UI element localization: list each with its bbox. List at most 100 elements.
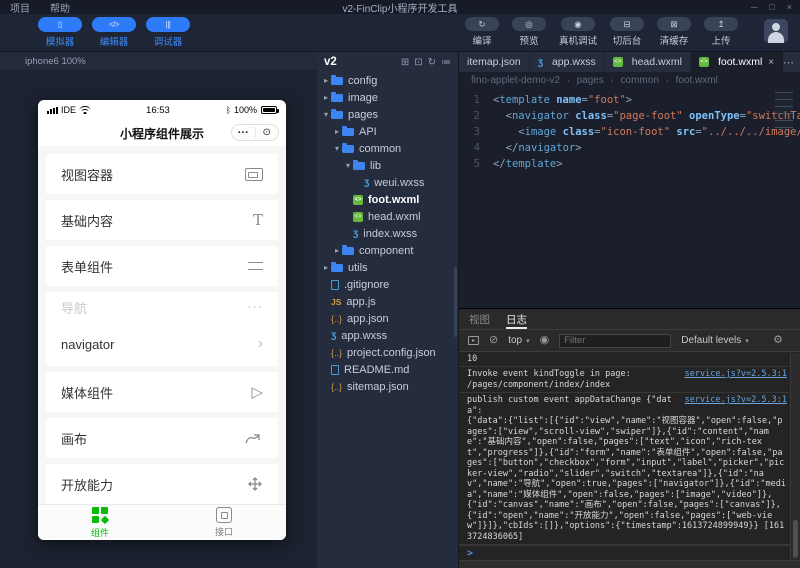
tree-item-app.json[interactable]: {..} app.json [317, 310, 458, 327]
more-tabs-icon[interactable]: ⋯ [783, 52, 794, 72]
tree-item-label: app.wxss [341, 329, 388, 342]
清缓存-button[interactable]: ⊠ 清缓存 [657, 17, 691, 47]
编辑器-button[interactable]: </> 编辑器 [92, 17, 136, 48]
console-prompt: > [467, 547, 474, 559]
tree-item-project.config.json[interactable]: {..} project.config.json [317, 344, 458, 361]
phone-tab-组件[interactable]: 组件 [38, 505, 162, 540]
tree-item-foot.wxml[interactable]: <> foot.wxml [317, 191, 458, 208]
tree-item-utils[interactable]: ▸ utils [317, 259, 458, 276]
tree-scrollbar[interactable] [454, 267, 457, 337]
phone-nav-bar: 小程序组件展示 ··· ⊙ [38, 120, 286, 146]
button-label: 调试器 [153, 37, 183, 48]
模拟器-button[interactable]: ▯ 模拟器 [38, 17, 82, 48]
console-input-row[interactable]: > [459, 545, 800, 560]
eye-icon[interactable]: ◉ [540, 335, 550, 346]
breadcrumb-segment: pages [576, 75, 604, 86]
component-list: 视图容器基础内容 T 表单组件导航 ··· navigator › 媒体组件 ▷ 画布开放能力 [38, 146, 286, 504]
source-link[interactable]: service.js?v=2.5.3:1 [685, 369, 787, 380]
more-button[interactable]: ··· [232, 127, 255, 138]
list-item[interactable]: navigator › [46, 322, 278, 366]
button-label: 预览 [519, 36, 539, 47]
refresh-icon[interactable]: ↻ [428, 57, 436, 68]
wxss-file-icon: ʒ [537, 56, 543, 68]
editor-tab-app.wxss[interactable]: ʒ app.wxss [530, 52, 605, 72]
avatar[interactable] [764, 19, 788, 43]
tree-item-app.js[interactable]: JS app.js [317, 293, 458, 310]
wifi-icon [79, 106, 91, 114]
调试器-button[interactable]: ||| 调试器 [146, 17, 190, 48]
breadcrumb: fino-applet-demo-v2 › pages › common › foot.wx… [459, 72, 800, 89]
list-item[interactable]: 画布 [46, 418, 278, 458]
tree-item-label: weui.wxss [374, 176, 425, 189]
console-scrollbar[interactable] [790, 353, 800, 560]
tree-item-common[interactable]: ▾ common [317, 140, 458, 157]
phone-tab-接口[interactable]: 接口 [162, 505, 286, 540]
levels-selector[interactable]: Default levels ▾ [681, 335, 749, 346]
console-sidebar-icon[interactable]: ▸ [468, 336, 479, 345]
collapse-icon[interactable]: ≔ [441, 57, 451, 68]
menu-item-help[interactable]: 帮助 [50, 0, 70, 15]
tree-item-API[interactable]: ▸ API [317, 123, 458, 140]
menu-item-project[interactable]: 项目 [10, 0, 30, 15]
button-label: 模拟器 [45, 37, 75, 48]
编译-button[interactable]: ↻ 编译 [464, 17, 499, 47]
menu-bar: 项目 帮助 [0, 0, 70, 15]
上传-button[interactable]: ↥ 上传 [704, 17, 738, 47]
list-card: 视图容器 [46, 154, 278, 194]
minimap[interactable] [775, 92, 793, 130]
signal-icon [47, 106, 58, 114]
editor-tab-foot.wxml[interactable]: <> foot.wxml × [690, 52, 784, 72]
minimize-icon[interactable]: ─ [751, 2, 757, 12]
close-icon[interactable]: × [787, 2, 792, 12]
editor-panel: itemap.json ʒ app.wxss <> head.wxml <> foot.wx… [459, 52, 800, 308]
console-tab-视图[interactable]: 视图 [469, 309, 490, 329]
wxss-file-icon: ʒ [353, 228, 359, 239]
list-item[interactable]: 表单组件 [46, 246, 278, 286]
console-panel: 视图日志 ▸ ⊘ top▾ ◉ Default levels▾ ⚙ {"key"… [459, 308, 800, 568]
group-header[interactable]: 导航 ··· [46, 292, 278, 322]
editor-tab-head.wxml[interactable]: <> head.wxml [605, 52, 691, 72]
gear-icon[interactable]: ⚙ [773, 335, 783, 346]
切后台-button[interactable]: ⊟ 切后台 [610, 17, 644, 47]
folder-icon [353, 159, 365, 170]
context-selector[interactable]: top ▾ [508, 335, 529, 346]
new-file-icon[interactable]: ⊞ [401, 57, 409, 68]
tree-item-sitemap.json[interactable]: {..} sitemap.json [317, 378, 458, 395]
close-tab-icon[interactable]: × [768, 57, 774, 68]
source-link[interactable]: service.js?v=2.5.3:1 [685, 395, 787, 416]
editor-tab-itemap.json[interactable]: itemap.json [459, 52, 530, 72]
tree-item-component[interactable]: ▸ component [317, 242, 458, 259]
list-item[interactable]: 开放能力 [46, 464, 278, 504]
code-icon: </> [108, 20, 120, 29]
tree-item-head.wxml[interactable]: <> head.wxml [317, 208, 458, 225]
exit-button[interactable]: ⊙ [254, 127, 279, 138]
list-item[interactable]: 视图容器 [46, 154, 278, 194]
new-folder-icon[interactable]: ⊡ [414, 57, 422, 68]
device-selector[interactable]: iphone6 100% [0, 52, 317, 70]
tree-item-image[interactable]: ▸ image [317, 89, 458, 106]
tree-item-index.wxss[interactable]: ʒ index.wxss [317, 225, 458, 242]
tree-item-config[interactable]: ▸ config [317, 72, 458, 89]
tree-item-README.md[interactable]: README.md [317, 361, 458, 378]
真机调试-button[interactable]: ◉ 真机调试 [559, 17, 597, 47]
filter-input[interactable] [559, 333, 672, 348]
maximize-icon[interactable]: □ [769, 2, 774, 12]
list-card: 画布 [46, 418, 278, 458]
tree-item-label: foot.wxml [368, 193, 420, 206]
tree-item-.gitignore[interactable]: .gitignore [317, 276, 458, 293]
tree-item-pages[interactable]: ▾ pages [317, 106, 458, 123]
wxml-file-icon: <> [353, 211, 363, 222]
list-item[interactable]: 媒体组件 ▷ [46, 372, 278, 412]
clear-console-icon[interactable]: ⊘ [489, 335, 498, 346]
预览-button[interactable]: ◎ 预览 [511, 17, 546, 47]
item-label: 媒体组件 [61, 385, 114, 401]
folder-icon [331, 74, 343, 85]
code-editor[interactable]: 1 <template name="foot"> 2 <navigator clas… [459, 89, 800, 172]
tree-item-app.wxss[interactable]: ʒ app.wxss [317, 327, 458, 344]
folder-icon [331, 108, 343, 119]
tree-item-lib[interactable]: ▾ lib [317, 157, 458, 174]
title-bar: 项目 帮助 v2-FinClip小程序开发工具 ─ □ × [0, 0, 800, 15]
list-item[interactable]: 基础内容 T [46, 200, 278, 240]
tree-item-weui.wxss[interactable]: ʒ weui.wxss [317, 174, 458, 191]
console-tab-日志[interactable]: 日志 [506, 309, 527, 329]
